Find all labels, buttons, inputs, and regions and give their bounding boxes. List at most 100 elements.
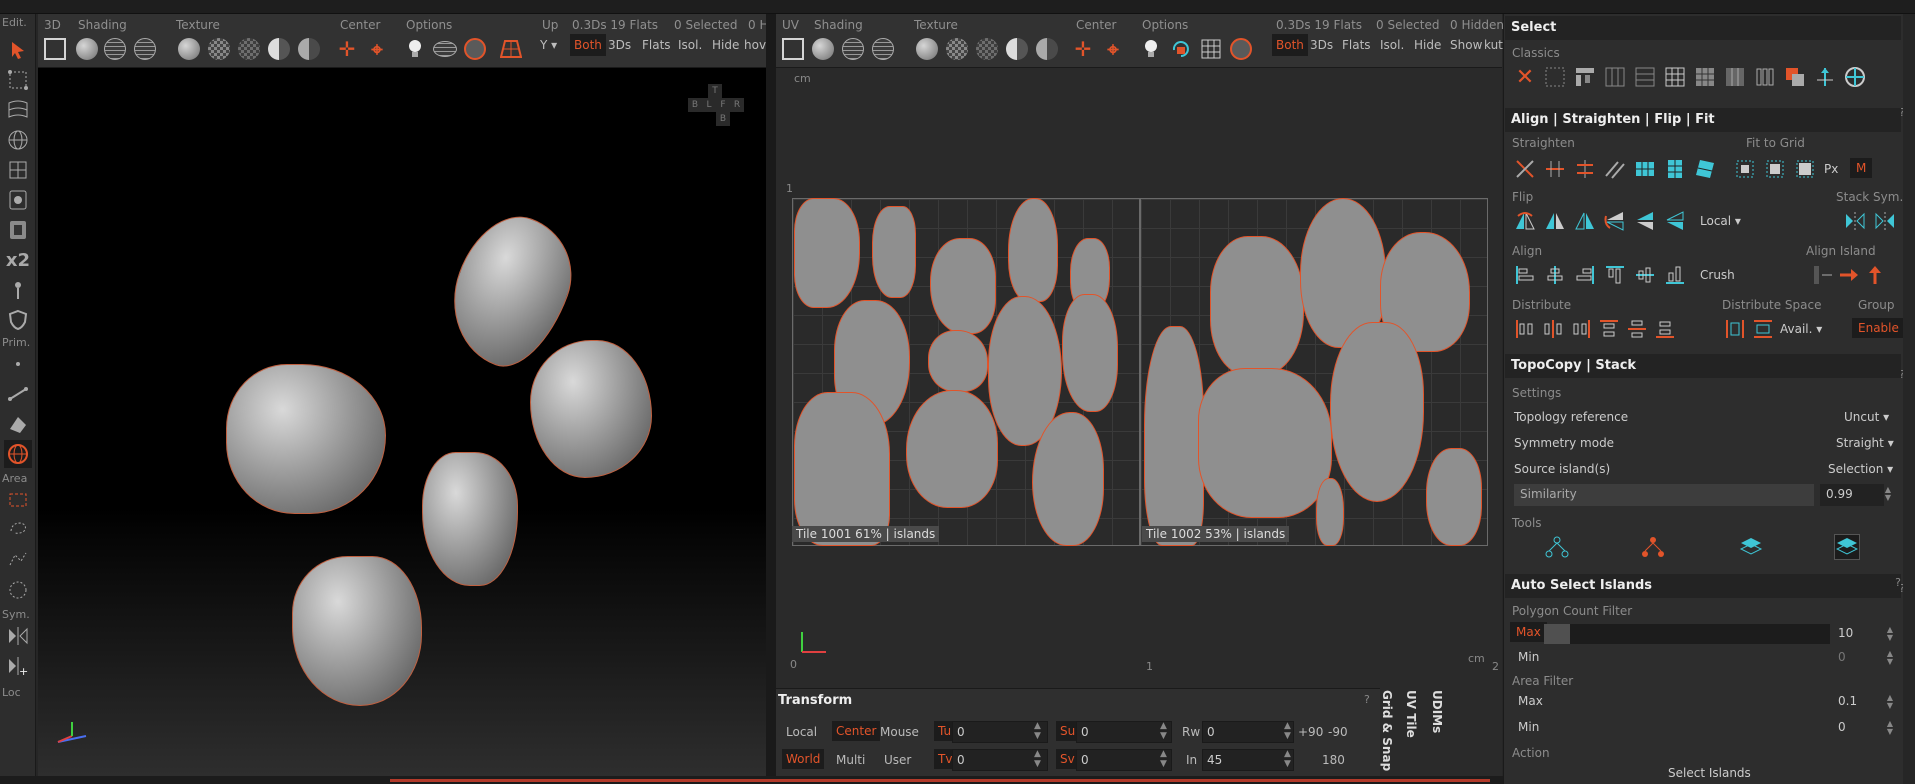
uv-texture-half-icon[interactable]: [1004, 36, 1030, 62]
flip-rot-a-icon[interactable]: [1602, 208, 1628, 234]
uv-show-button[interactable]: Show: [1450, 34, 1482, 56]
uv-texture-none-icon[interactable]: [914, 36, 940, 62]
align-top-icon[interactable]: [1602, 262, 1628, 288]
texture-checker-icon[interactable]: [206, 36, 232, 62]
stack-sym-a-icon[interactable]: [1842, 208, 1868, 234]
distribute-a-icon[interactable]: [1512, 316, 1538, 342]
texture-half-icon[interactable]: [266, 36, 292, 62]
fit-grid-c-icon[interactable]: [1792, 156, 1818, 182]
udims-tab[interactable]: UDIMs: [1430, 690, 1444, 733]
align-island-up-icon[interactable]: [1862, 262, 1888, 288]
topo-tree-alt-icon[interactable]: [1640, 534, 1666, 560]
uv-lock-rotate-icon[interactable]: [1168, 36, 1194, 62]
display-3ds-button[interactable]: 3Ds: [608, 34, 631, 56]
uv-display-both-button[interactable]: Both: [1272, 34, 1308, 56]
poly-max-field[interactable]: 10: [1834, 624, 1884, 644]
uv-island[interactable]: [1062, 294, 1118, 412]
select-grid-b-icon[interactable]: [1632, 64, 1658, 90]
poly-min-field[interactable]: 0: [1834, 648, 1884, 668]
source-islands-select[interactable]: Selection ▾: [1828, 462, 1893, 476]
uv-light-icon[interactable]: [1138, 36, 1164, 62]
align-island-bar-icon[interactable]: [1810, 262, 1836, 288]
topology-reference-select[interactable]: Uncut ▾: [1844, 410, 1889, 424]
topocopy-section-header[interactable]: TopoCopy | Stack: [1505, 354, 1901, 378]
straighten-v-icon[interactable]: [1572, 156, 1598, 182]
distribute-space-v-icon[interactable]: [1750, 316, 1776, 342]
area-max-label[interactable]: Max: [1518, 694, 1543, 708]
texture-alt-icon[interactable]: [296, 36, 322, 62]
straighten-grid-icon[interactable]: [1632, 156, 1658, 182]
crush-button[interactable]: Crush: [1700, 268, 1735, 282]
uv-island[interactable]: [1316, 478, 1344, 546]
mouse-button[interactable]: Mouse: [880, 725, 919, 739]
straighten-skew-icon[interactable]: [1692, 156, 1718, 182]
uv-texture-alt-icon[interactable]: [1034, 36, 1060, 62]
uv-island[interactable]: [1144, 326, 1204, 546]
align-right-icon[interactable]: [1572, 262, 1598, 288]
poly-min-spinner-icon[interactable]: ▲ ▼: [1884, 650, 1896, 666]
select-pattern-icon[interactable]: [1572, 64, 1598, 90]
edge-prim-icon[interactable]: [4, 380, 32, 408]
uv-island[interactable]: [1008, 198, 1058, 302]
poly-max-slider[interactable]: [1544, 624, 1830, 644]
viewport-divider[interactable]: [766, 14, 776, 784]
select-all-icon[interactable]: [1542, 64, 1568, 90]
similarity-slider[interactable]: Similarity: [1514, 484, 1814, 506]
hover-button[interactable]: hov: [744, 34, 766, 56]
align-island-right-icon[interactable]: [1836, 262, 1862, 288]
select-mesh-icon[interactable]: [4, 216, 32, 244]
select-circle-icon[interactable]: [1842, 64, 1868, 90]
uv-shade-solid-icon[interactable]: [810, 36, 836, 62]
align-center-h-icon[interactable]: [1542, 262, 1568, 288]
local-button[interactable]: Local: [786, 725, 817, 739]
symmetry-pivot-icon[interactable]: +: [4, 652, 32, 680]
px-button[interactable]: Px: [1824, 162, 1838, 176]
rotate-plus90-button[interactable]: +90: [1298, 725, 1323, 739]
grid-floor-icon[interactable]: [498, 36, 524, 62]
uv-island[interactable]: [930, 238, 996, 334]
center-selection-icon[interactable]: ⌖: [364, 36, 390, 62]
flip-rot-b-icon[interactable]: [1632, 208, 1658, 234]
select-flip-icon[interactable]: [1812, 64, 1838, 90]
flip-space-select[interactable]: Local ▾: [1700, 214, 1741, 228]
area-max-field[interactable]: 0.1: [1834, 692, 1884, 712]
rw-field[interactable]: 0: [1202, 721, 1294, 743]
rock-mesh[interactable]: [530, 340, 652, 478]
m-button[interactable]: M: [1850, 158, 1873, 178]
lasso-icon[interactable]: [4, 516, 32, 544]
select-grid-d-icon[interactable]: [1692, 64, 1718, 90]
uv-island[interactable]: [1032, 412, 1104, 546]
polyline-select-icon[interactable]: [4, 546, 32, 574]
uv-center-selection-icon[interactable]: ⌖: [1100, 36, 1126, 62]
poly-min-label[interactable]: Min: [1518, 650, 1539, 664]
uv-hide-button[interactable]: Hide: [1414, 34, 1441, 56]
display-flats-button[interactable]: Flats: [642, 34, 671, 56]
symmetry-icon[interactable]: [4, 622, 32, 650]
uv-shade-both-icon[interactable]: [870, 36, 896, 62]
gizmo-top[interactable]: T: [708, 84, 722, 98]
select-section-header[interactable]: Select: [1505, 16, 1901, 40]
rw-spinner-icon[interactable]: ▲ ▼: [1284, 721, 1291, 741]
select-grid-a-icon[interactable]: [1602, 64, 1628, 90]
rect-select-icon[interactable]: [4, 486, 32, 514]
su-spinner-icon[interactable]: ▲ ▼: [1160, 721, 1167, 741]
select-grid-e-icon[interactable]: [1722, 64, 1748, 90]
flip-h-icon[interactable]: [1512, 208, 1538, 234]
user-button[interactable]: User: [884, 753, 911, 767]
poly-max-spinner-icon[interactable]: ▲ ▼: [1884, 626, 1896, 642]
rock-mesh[interactable]: [292, 556, 422, 706]
stack-sym-b-icon[interactable]: [1872, 208, 1898, 234]
select-polygon-icon[interactable]: [4, 156, 32, 184]
distribute-e-icon[interactable]: [1624, 316, 1650, 342]
uv-texture-checker-icon[interactable]: [944, 36, 970, 62]
auto-select-section-header[interactable]: Auto Select Islands: [1505, 574, 1901, 598]
straighten-cross-icon[interactable]: [1512, 156, 1538, 182]
texture-grid-icon[interactable]: [236, 36, 262, 62]
select-vertex-icon[interactable]: [4, 66, 32, 94]
rock-mesh[interactable]: [422, 452, 518, 586]
gizmo-right[interactable]: R: [730, 98, 744, 112]
display-both-button[interactable]: Both: [570, 34, 606, 56]
view-cube-gizmo[interactable]: T B L F R B: [686, 84, 746, 132]
x2-tool[interactable]: x2: [4, 246, 32, 274]
uv-island[interactable]: [928, 330, 988, 392]
